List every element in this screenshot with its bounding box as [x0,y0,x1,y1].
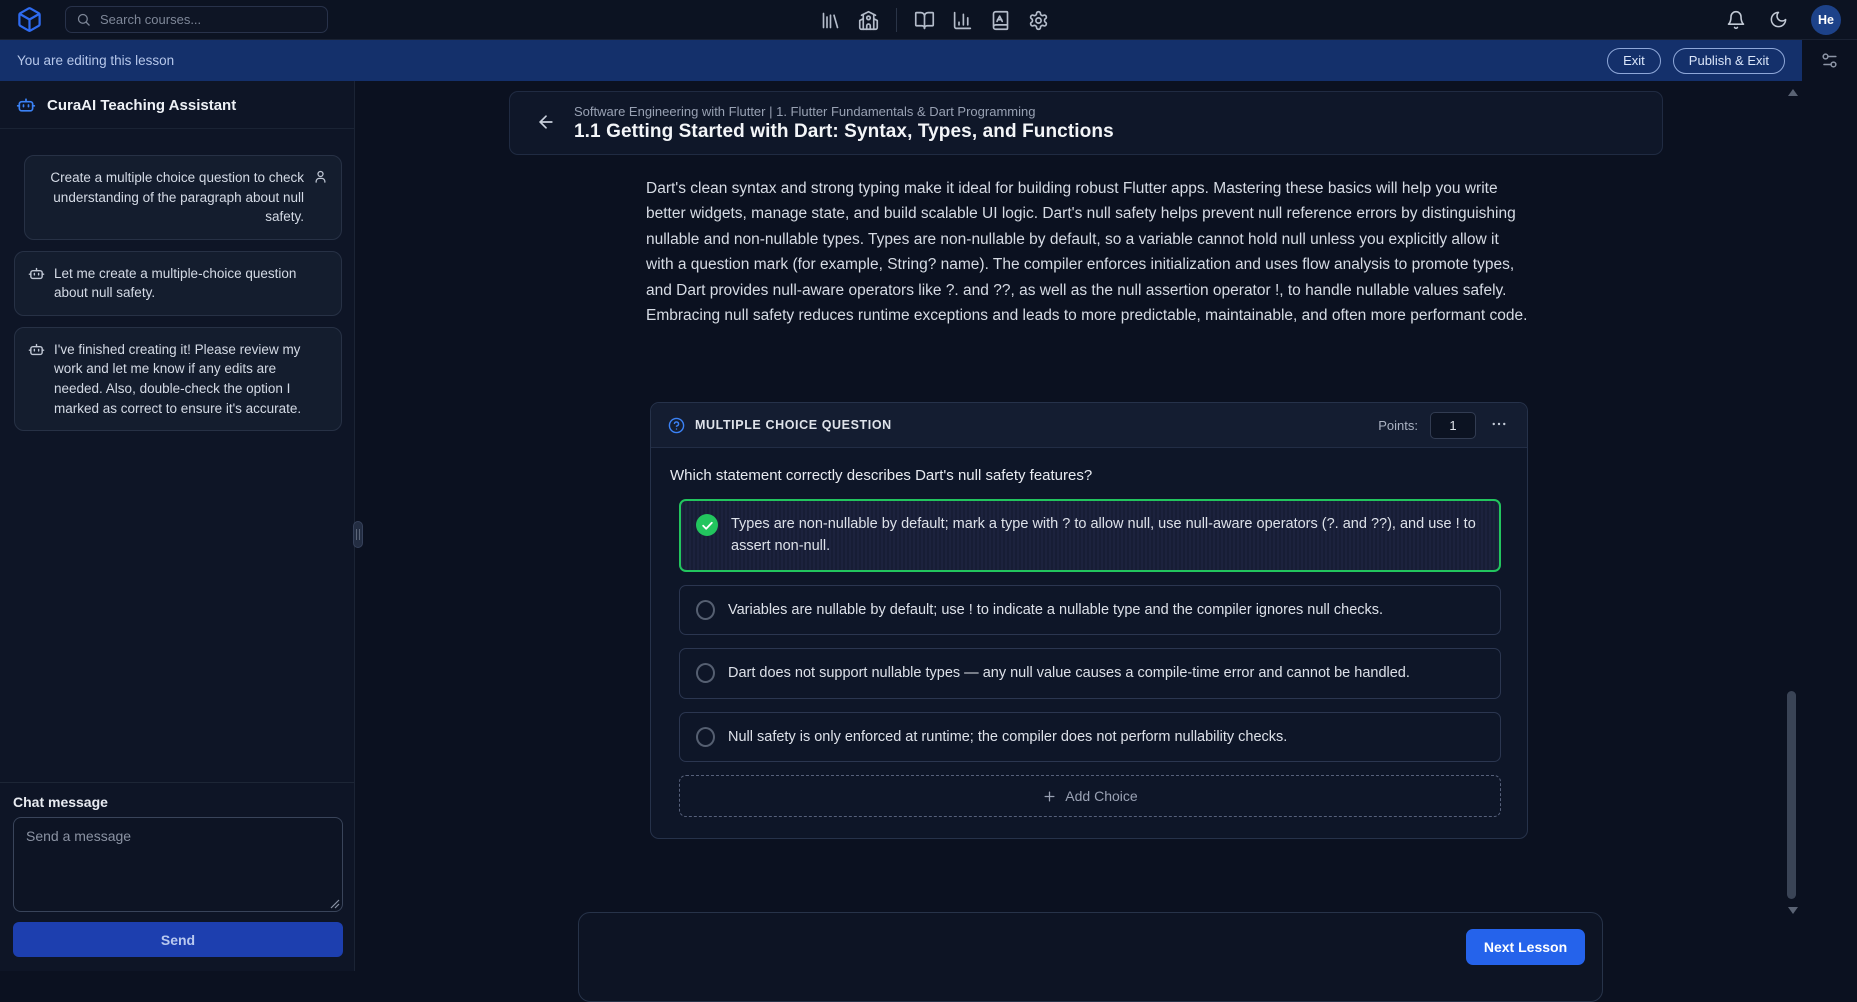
bar-chart-icon[interactable] [952,10,973,31]
scroll-up-arrow-icon[interactable] [1788,89,1798,96]
lesson-paragraph: Dart's clean syntax and strong typing ma… [646,176,1530,328]
resize-grip-icon[interactable] [330,899,340,909]
mcq-header: MULTIPLE CHOICE QUESTION Points: [651,403,1527,448]
points-input[interactable] [1430,412,1476,439]
bell-icon[interactable] [1726,10,1746,30]
more-options-icon[interactable] [1488,413,1510,438]
lesson-header-card: Software Engineering with Flutter | 1. F… [509,91,1663,155]
answer-choice[interactable]: Types are non-nullable by default; mark … [679,499,1501,572]
robot-icon [16,95,36,115]
choice-list: Types are non-nullable by default; mark … [679,499,1501,762]
chat-message-user: Create a multiple choice question to che… [24,155,342,240]
page-title: 1.1 Getting Started with Dart: Syntax, T… [574,121,1114,143]
breadcrumb: Software Engineering with Flutter | 1. F… [574,104,1114,119]
add-choice-label: Add Choice [1065,788,1137,804]
sidebar-resizer[interactable] [355,81,365,971]
chat-input-area: Chat message Send [0,782,354,971]
library-icon[interactable] [820,10,841,31]
sidebar-title: CuraAI Teaching Assistant [47,97,236,114]
course-search [65,6,328,33]
topbar-right: He [1726,5,1841,35]
ai-assistant-sidebar: CuraAI Teaching Assistant Create a multi… [0,81,355,971]
banner-actions: Exit Publish & Exit [1607,48,1785,74]
choice-text: Variables are nullable by default; use !… [728,599,1383,621]
question-circle-icon [668,417,685,434]
correct-check-icon[interactable] [696,514,718,536]
scroll-down-arrow-icon[interactable] [1788,907,1798,914]
chat-message-input[interactable] [13,817,343,912]
chat-message-assistant: Let me create a multiple-choice question… [14,251,342,316]
resizer-handle[interactable] [353,521,363,548]
robot-icon [28,265,45,282]
lesson-nav-card: Next Lesson [578,912,1603,1002]
choice-text: Null safety is only enforced at runtime;… [728,726,1287,748]
gear-icon[interactable] [1028,10,1049,31]
answer-choice[interactable]: Dart does not support nullable types — a… [679,648,1501,698]
chat-message-label: Chat message [13,794,342,810]
topbar: He [0,0,1857,40]
sliders-settings-icon[interactable] [1820,51,1839,70]
answer-choice[interactable]: Variables are nullable by default; use !… [679,585,1501,635]
search-icon [76,12,91,27]
choice-text: Types are non-nullable by default; mark … [731,513,1484,558]
question-prompt: Which statement correctly describes Dart… [670,467,1509,484]
choice-text: Dart does not support nullable types — a… [728,662,1410,684]
answer-choice[interactable]: Null safety is only enforced at runtime;… [679,712,1501,762]
points-label: Points: [1378,418,1418,433]
app-logo-cube-icon[interactable] [16,6,43,33]
sidebar-header: CuraAI Teaching Assistant [0,81,354,129]
robot-icon [28,341,45,358]
main-scrollbar[interactable] [1785,85,1799,967]
school-icon[interactable] [858,10,879,31]
book-open-icon[interactable] [914,10,935,31]
user-avatar[interactable]: He [1811,5,1841,35]
scrollbar-thumb[interactable] [1787,691,1796,899]
user-icon [313,169,328,184]
multiple-choice-question-card: MULTIPLE CHOICE QUESTION Points: Which s… [650,402,1528,839]
add-choice-button[interactable]: Add Choice [679,775,1501,817]
mcq-body: Which statement correctly describes Dart… [651,448,1527,838]
app-body: CuraAI Teaching Assistant Create a multi… [0,81,1857,971]
chat-message-assistant: I've finished creating it! Please review… [14,327,342,431]
dark-mode-moon-icon[interactable] [1769,10,1788,29]
toolbar-divider [896,8,897,32]
back-arrow-icon[interactable] [534,110,558,137]
send-button[interactable]: Send [13,922,343,957]
chat-messages: Create a multiple choice question to che… [0,129,354,782]
topbar-nav-icons [820,0,1049,40]
question-type-label: MULTIPLE CHOICE QUESTION [695,418,892,432]
exit-button[interactable]: Exit [1607,48,1661,74]
radio-circle[interactable] [696,663,715,683]
editing-banner: You are editing this lesson Exit Publish… [0,40,1802,81]
radio-circle[interactable] [696,600,715,620]
editing-banner-text: You are editing this lesson [17,53,174,68]
lesson-main: Software Engineering with Flutter | 1. F… [365,81,1802,971]
next-lesson-button[interactable]: Next Lesson [1466,929,1585,965]
radio-circle[interactable] [696,727,715,747]
plus-icon [1042,789,1057,804]
publish-exit-button[interactable]: Publish & Exit [1673,48,1785,74]
search-input[interactable] [100,12,317,27]
book-a-icon[interactable] [990,10,1011,31]
